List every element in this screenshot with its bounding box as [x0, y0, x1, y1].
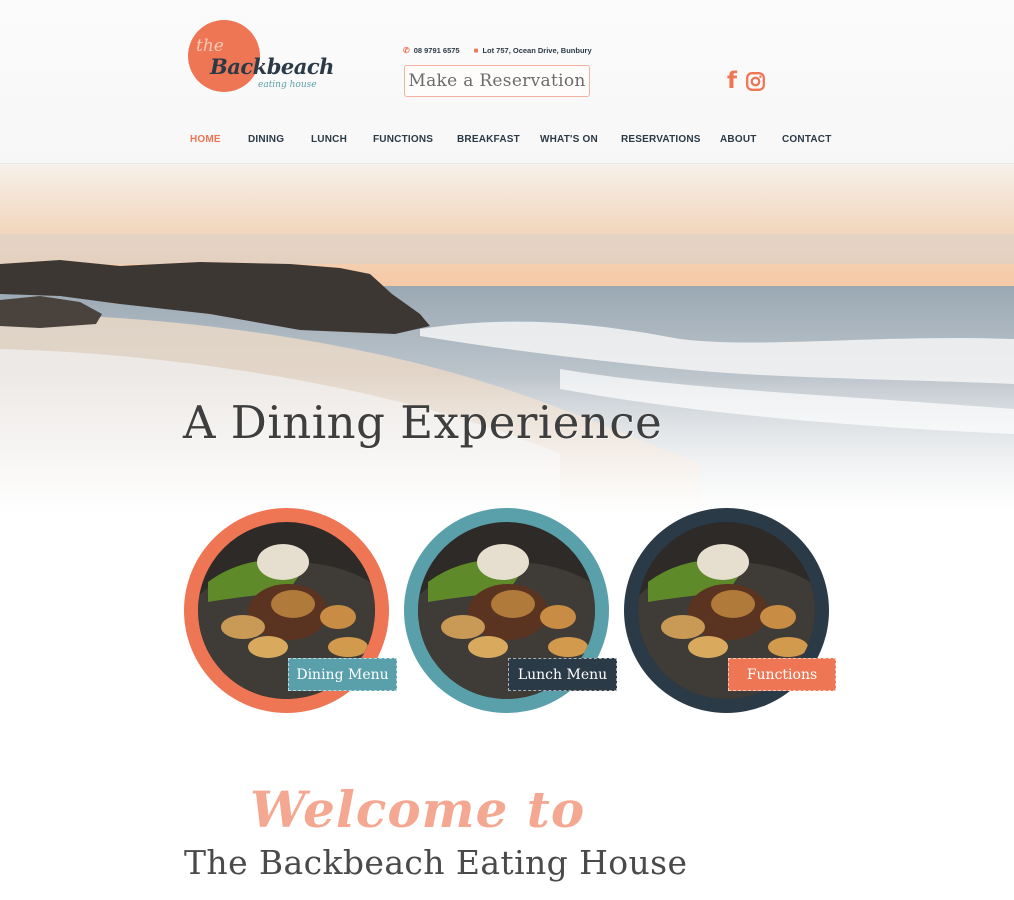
dining-menu-button[interactable]: Dining Menu: [288, 658, 397, 691]
facebook-icon[interactable]: f: [727, 69, 737, 93]
nav-item-breakfast[interactable]: BREAKFAST: [457, 134, 520, 145]
logo-subtitle: eating house: [258, 80, 317, 90]
nav-item-about[interactable]: ABOUT: [720, 134, 757, 145]
welcome-script-heading: Welcome to: [250, 780, 586, 839]
beach-hero-image: [0, 164, 1014, 514]
phone-icon: ✆: [403, 46, 410, 55]
hero-banner: A Dining Experience: [0, 164, 1014, 514]
site-logo[interactable]: the Backbeach eating house: [188, 20, 334, 95]
nav-item-reservations[interactable]: RESERVATIONS: [621, 134, 701, 145]
site-header: the Backbeach eating house ✆ 08 9791 657…: [0, 0, 1014, 164]
nav-item-contact[interactable]: CONTACT: [782, 134, 832, 145]
hero-title: A Dining Experience: [183, 396, 663, 449]
instagram-icon[interactable]: [745, 71, 766, 92]
functions-card[interactable]: Functions: [624, 508, 836, 713]
map-icon: ■: [473, 46, 479, 55]
address[interactable]: Lot 757, Ocean Drive, Bunbury: [482, 46, 591, 55]
functions-button[interactable]: Functions: [728, 658, 836, 691]
welcome-title: The Backbeach Eating House: [184, 843, 688, 882]
nav-item-lunch[interactable]: LUNCH: [311, 134, 347, 145]
lunch-menu-button[interactable]: Lunch Menu: [508, 658, 617, 691]
nav-item-whats-on[interactable]: WHAT'S ON: [540, 134, 598, 145]
contact-bar: ✆ 08 9791 6575 ■ Lot 757, Ocean Drive, B…: [403, 46, 592, 55]
lunch-menu-card[interactable]: Lunch Menu: [404, 508, 617, 713]
logo-name: Backbeach: [210, 54, 334, 79]
nav-item-functions[interactable]: FUNCTIONS: [373, 134, 433, 145]
phone-number[interactable]: 08 9791 6575: [414, 46, 460, 55]
main-nav: HOME DINING LUNCH FUNCTIONS BREAKFAST WH…: [0, 134, 1014, 148]
dining-menu-card[interactable]: Dining Menu: [184, 508, 397, 713]
make-reservation-button[interactable]: Make a Reservation: [404, 65, 590, 97]
nav-item-dining[interactable]: DINING: [248, 134, 284, 145]
logo-prefix: the: [196, 36, 224, 56]
nav-item-home[interactable]: HOME: [190, 134, 221, 145]
